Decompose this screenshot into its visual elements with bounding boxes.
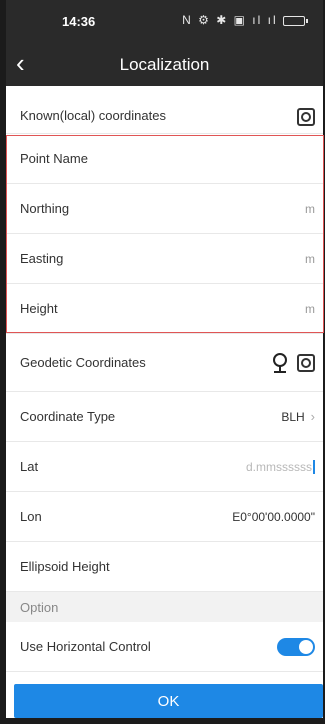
coordinate-type-label: Coordinate Type bbox=[20, 409, 116, 424]
northing-label: Northing bbox=[20, 201, 70, 216]
lon-value: E0°00'00.0000" bbox=[232, 509, 315, 524]
geodetic-coordinates-title: Geodetic Coordinates bbox=[20, 355, 146, 370]
height-label: Height bbox=[20, 301, 58, 316]
coordinate-type-value: BLH bbox=[281, 409, 305, 424]
status-glyphs: N ⚙ ✱ ▣ ıl ıl bbox=[182, 13, 278, 27]
use-horizontal-control-toggle[interactable] bbox=[277, 637, 315, 656]
northing-unit: m bbox=[305, 201, 315, 216]
page-title: Localization bbox=[119, 55, 210, 74]
location-pin-icon[interactable] bbox=[271, 352, 289, 374]
known-coordinates-title: Known(local) coordinates bbox=[20, 108, 166, 123]
lon-field[interactable]: Lon E0°00'00.0000" bbox=[6, 492, 323, 542]
nav-bar: ‹ Localization bbox=[6, 44, 323, 86]
status-icons: N ⚙ ✱ ▣ ıl ıl bbox=[182, 13, 308, 27]
lat-field[interactable]: Lat d.mmssssss bbox=[6, 442, 323, 492]
height-unit: m bbox=[305, 301, 315, 316]
geodetic-coordinates-header: Geodetic Coordinates bbox=[6, 334, 323, 392]
coordinate-type-row[interactable]: Coordinate Type BLH › bbox=[6, 392, 323, 442]
lat-label: Lat bbox=[20, 459, 39, 474]
point-name-label: Point Name bbox=[20, 151, 88, 166]
northing-field[interactable]: Northing m bbox=[6, 184, 323, 234]
text-cursor bbox=[313, 459, 315, 474]
known-coordinates-header: Known(local) coordinates bbox=[6, 86, 323, 134]
easting-unit: m bbox=[305, 251, 315, 266]
lat-placeholder: d.mmssssss bbox=[246, 459, 312, 474]
point-name-field[interactable]: Point Name bbox=[6, 134, 323, 184]
chevron-right-icon: › bbox=[310, 409, 315, 424]
height-field[interactable]: Height m bbox=[6, 284, 323, 334]
ellipsoid-height-label: Ellipsoid Height bbox=[20, 559, 110, 574]
lon-label: Lon bbox=[20, 509, 42, 524]
pick-point-icon[interactable] bbox=[297, 108, 315, 126]
status-bar: 14:36 N ⚙ ✱ ▣ ıl ıl bbox=[6, 0, 323, 44]
ok-button[interactable]: OK bbox=[14, 684, 323, 718]
battery-icon bbox=[283, 15, 308, 26]
easting-field[interactable]: Easting m bbox=[6, 234, 323, 284]
status-time: 14:36 bbox=[62, 14, 96, 29]
option-section-header: Option bbox=[6, 592, 323, 622]
pick-geodetic-icon[interactable] bbox=[297, 353, 315, 372]
use-horizontal-control-row: Use Horizontal Control bbox=[6, 622, 323, 672]
form-content: Known(local) coordinates Point Name Nort… bbox=[6, 86, 323, 672]
use-horizontal-control-label: Use Horizontal Control bbox=[20, 639, 151, 654]
easting-label: Easting bbox=[20, 251, 64, 266]
ellipsoid-height-field[interactable]: Ellipsoid Height bbox=[6, 542, 323, 592]
